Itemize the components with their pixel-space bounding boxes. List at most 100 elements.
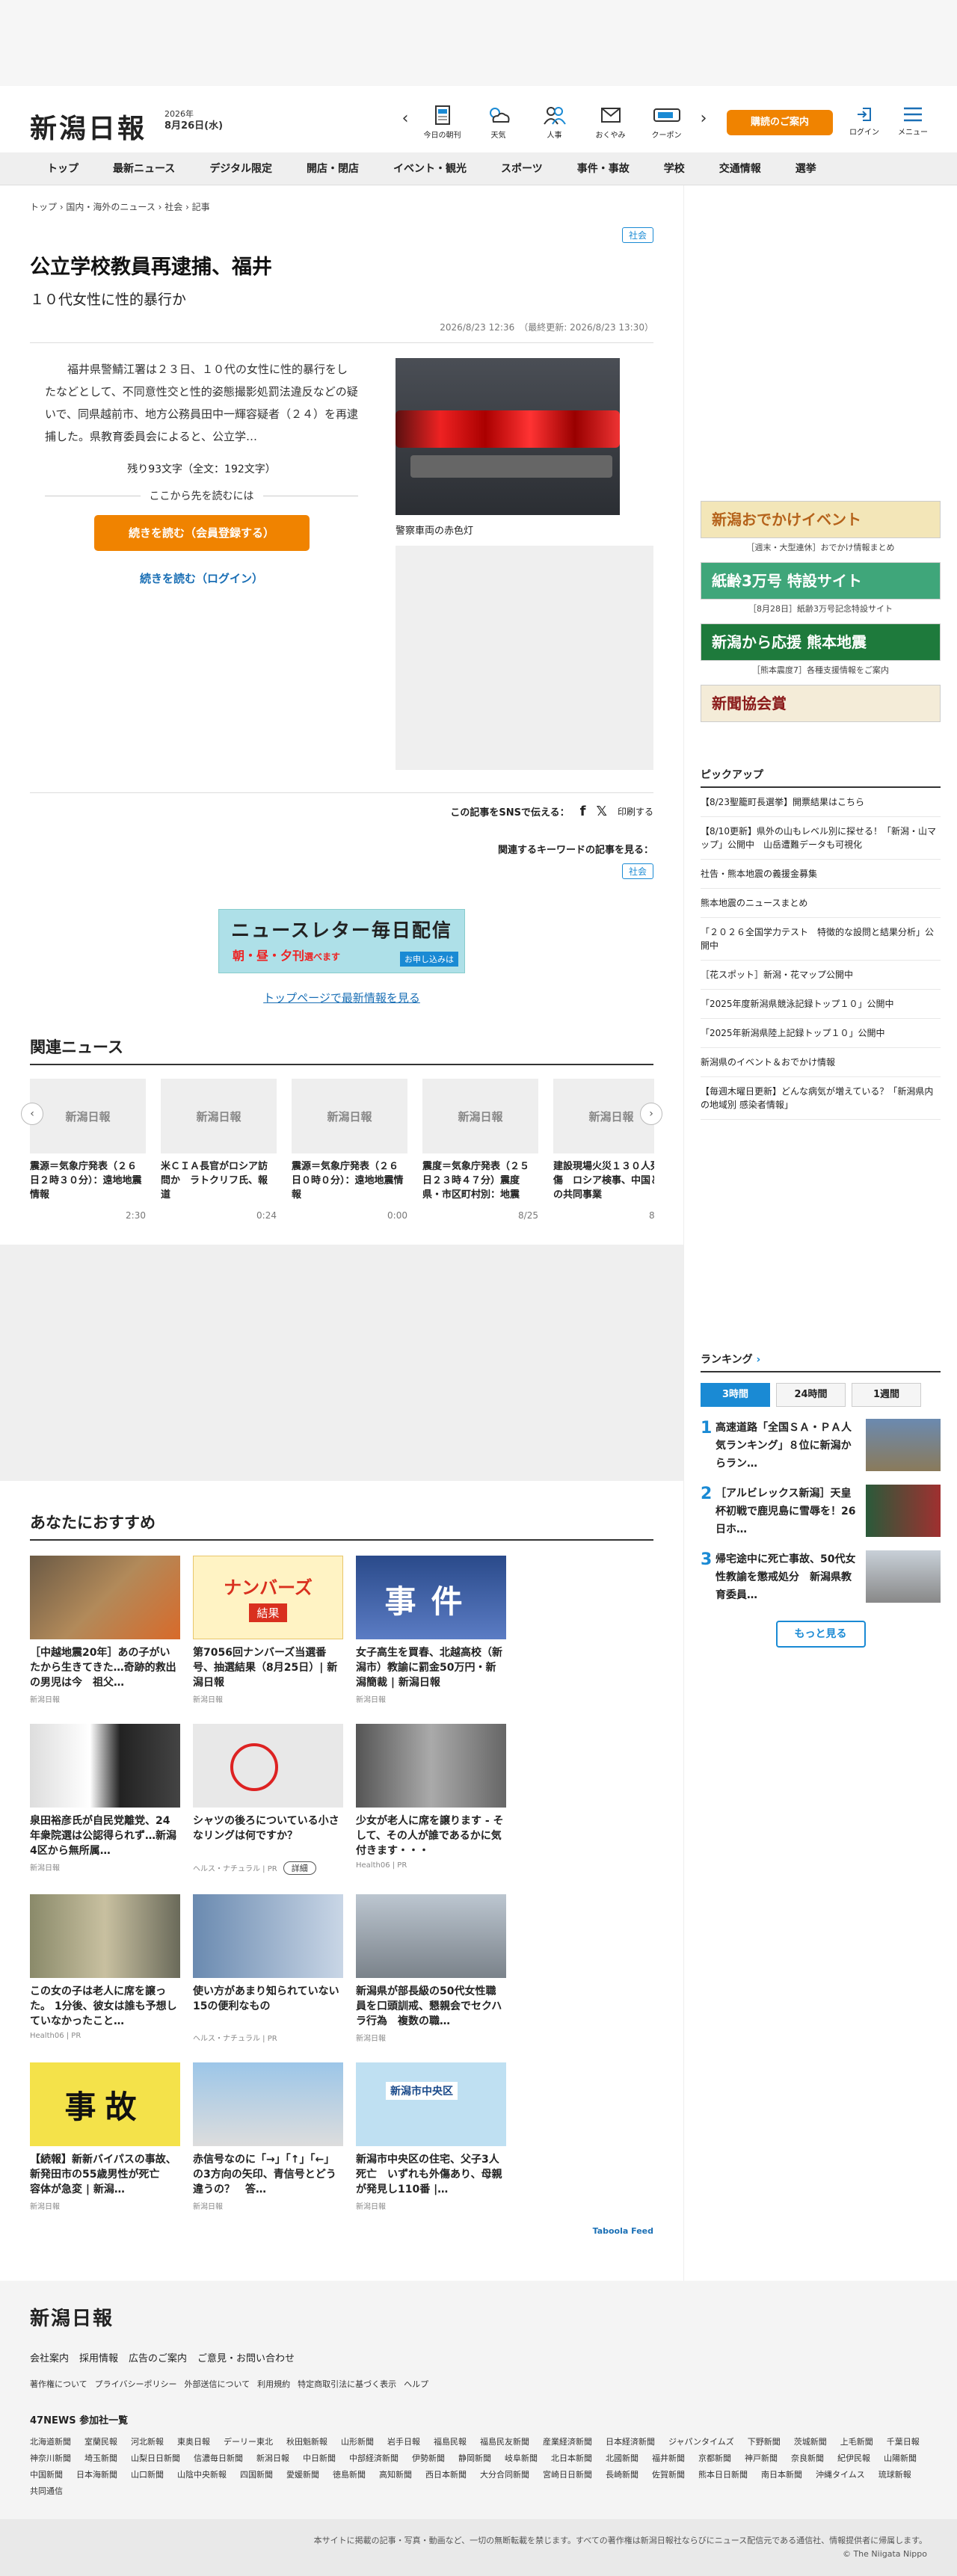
footer-link[interactable]: 採用情報 — [79, 2350, 118, 2364]
partner-paper-link[interactable]: 福島民友新聞 — [480, 2435, 529, 2447]
news47-title[interactable]: 47NEWS 参加社一覧 — [30, 2412, 927, 2426]
login-link[interactable]: 続きを読む（ログイン） — [45, 570, 358, 586]
tab-24hours[interactable]: 24時間 — [776, 1383, 846, 1407]
nav-school[interactable]: 学校 — [647, 153, 702, 185]
print-button[interactable]: 印刷する — [618, 805, 653, 818]
newsletter-banner[interactable]: ニュースレター毎日配信 朝・昼・夕刊選べます お申し込みは — [218, 909, 465, 973]
partner-paper-link[interactable]: デーリー東北 — [224, 2435, 273, 2447]
partner-paper-link[interactable]: 西日本新聞 — [425, 2468, 467, 2480]
partner-paper-link[interactable]: 高知新聞 — [379, 2468, 412, 2480]
partner-paper-link[interactable]: 神戸新聞 — [745, 2452, 778, 2464]
footer-link[interactable]: 外部送信について — [184, 2378, 250, 2390]
nav-digital[interactable]: デジタル限定 — [192, 153, 289, 185]
footer-link[interactable]: 広告のご案内 — [129, 2350, 187, 2364]
footer-link[interactable]: 特定商取引法に基づく表示 — [298, 2378, 396, 2390]
quick-next-arrow-icon[interactable]: › — [695, 104, 713, 140]
login-button[interactable]: ログイン — [847, 105, 881, 137]
partner-paper-link[interactable]: 静岡新聞 — [458, 2452, 491, 2464]
partner-paper-link[interactable]: 南日本新聞 — [761, 2468, 802, 2480]
partner-paper-link[interactable]: 埼玉新聞 — [84, 2452, 117, 2464]
keyword-tag[interactable]: 社会 — [621, 863, 653, 879]
partner-paper-link[interactable]: 四国新聞 — [240, 2468, 273, 2480]
site-logo[interactable]: 新潟日報 — [30, 107, 147, 146]
recommend-item[interactable]: 赤信号なのに「→」「↑」「←」の3方向の矢印、青信号とどう違うの？ 答… 新潟日報 — [193, 2062, 343, 2211]
footer-link[interactable]: 会社案内 — [30, 2350, 69, 2364]
partner-paper-link[interactable]: 東奥日報 — [177, 2435, 210, 2447]
nav-incidents[interactable]: 事件・事故 — [560, 153, 647, 185]
ranking-item[interactable]: 2 ［アルビレックス新潟］天皇杯初戦で鹿児島に雪辱を！26日ホ… — [701, 1485, 941, 1538]
footer-link[interactable]: プライバシーポリシー — [95, 2378, 177, 2390]
partner-paper-link[interactable]: 熊本日日新聞 — [698, 2468, 748, 2480]
pickup-item[interactable]: 「2025年新潟県陸上記録トップ１０」公開中 — [701, 1019, 941, 1048]
register-button[interactable]: 続きを読む（会員登録する） — [93, 515, 310, 551]
side-banner-3[interactable]: 新潟から応援 熊本地震 ［熊本震度7］各種支援情報をご案内 — [701, 623, 941, 676]
recommend-item[interactable]: この女の子は老人に席を譲った。 1分後、彼女は誰も予想していなかったこと… Hea… — [30, 1894, 180, 2043]
partner-paper-link[interactable]: 奈良新聞 — [791, 2452, 824, 2464]
footer-link[interactable]: ご意見・お問い合わせ — [197, 2350, 295, 2364]
partner-paper-link[interactable]: 沖縄タイムス — [816, 2468, 865, 2480]
x-icon[interactable]: 𝕏 — [596, 804, 607, 819]
detail-button[interactable]: 詳細 — [283, 1861, 316, 1875]
breadcrumb[interactable]: トップ › 国内・海外のニュース › 社会 › 記事 — [30, 200, 653, 214]
partner-paper-link[interactable]: 産業経済新聞 — [543, 2435, 592, 2447]
article-category-tag[interactable]: 社会 — [621, 227, 653, 243]
quick-condolence[interactable]: おくやみ — [582, 104, 638, 140]
partner-paper-link[interactable]: 山口新聞 — [131, 2468, 164, 2480]
partner-paper-link[interactable]: 中日新聞 — [303, 2452, 336, 2464]
partner-paper-link[interactable]: 徳島新聞 — [333, 2468, 366, 2480]
quick-newspaper[interactable]: 今日の朝刊 — [414, 104, 470, 140]
partner-paper-link[interactable]: 新潟日報 — [256, 2452, 289, 2464]
partner-paper-link[interactable]: ジャパンタイムズ — [668, 2435, 734, 2447]
pickup-item[interactable]: 「２０２６全国学力テスト 特徴的な設問と結果分析」公開中 — [701, 918, 941, 961]
recommend-item[interactable]: 少女が老人に席を譲ります - そして、その人が誰であるかに気付きます・・・ Hea… — [356, 1724, 506, 1875]
nav-events[interactable]: イベント・観光 — [376, 153, 484, 185]
quick-prev-arrow-icon[interactable]: ‹ — [396, 104, 414, 140]
subscribe-button[interactable]: 購読のご案内 — [727, 110, 833, 135]
side-banner-4[interactable]: 新聞協会賞 — [701, 685, 941, 722]
related-item[interactable]: 新潟日報 震源＝気象庁発表（２６日２時３０分）：遠地地震情報 2:30 — [30, 1079, 146, 1221]
recommend-item[interactable]: 泉田裕彦氏が自民党離党、24年衆院選は公認得られず…新潟4区から無所属… 新潟日報 — [30, 1724, 180, 1875]
tab-3hours[interactable]: 3時間 — [701, 1383, 770, 1407]
partner-paper-link[interactable]: 佐賀新聞 — [652, 2468, 685, 2480]
partner-paper-link[interactable]: 伊勢新聞 — [412, 2452, 445, 2464]
partner-paper-link[interactable]: 宮崎日日新聞 — [543, 2468, 592, 2480]
partner-paper-link[interactable]: 下野新聞 — [748, 2435, 781, 2447]
partner-paper-link[interactable]: 山梨日日新聞 — [131, 2452, 180, 2464]
partner-paper-link[interactable]: 河北新報 — [131, 2435, 164, 2447]
partner-paper-link[interactable]: 北國新聞 — [606, 2452, 638, 2464]
related-item[interactable]: 新潟日報 震度＝気象庁発表（２５日２３時４７分）震度県・市区町村別：地震 8/25 — [422, 1079, 538, 1221]
side-banner-2[interactable]: 紙齢3万号 特設サイト ［8月28日］紙齢3万号記念特設サイト — [701, 562, 941, 614]
partner-paper-link[interactable]: 神奈川新聞 — [30, 2452, 71, 2464]
footer-link[interactable]: 著作権について — [30, 2378, 87, 2390]
partner-paper-link[interactable]: 琉球新報 — [878, 2468, 911, 2480]
pickup-item[interactable]: ［花スポット］新潟・花マップ公開中 — [701, 961, 941, 990]
nav-shops[interactable]: 開店・閉店 — [289, 153, 376, 185]
tab-1week[interactable]: 1週間 — [852, 1383, 921, 1407]
partner-paper-link[interactable]: 山陰中央新報 — [177, 2468, 227, 2480]
pickup-item[interactable]: 「2025年度新潟県競泳記録トップ１０」公開中 — [701, 990, 941, 1019]
top-page-link[interactable]: トップページで最新情報を見る — [30, 990, 653, 1005]
ranking-more-button[interactable]: もっと見る — [775, 1621, 866, 1648]
carousel-prev-icon[interactable]: ‹ — [21, 1103, 43, 1125]
pickup-item[interactable]: 新潟県のイベント＆おでかけ情報 — [701, 1048, 941, 1077]
ranking-item[interactable]: 1 高速道路「全国ＳＡ・ＰＡ人気ランキング」８位に新潟からラン… — [701, 1419, 941, 1473]
partner-paper-link[interactable]: 秋田魁新報 — [286, 2435, 327, 2447]
ranking-item[interactable]: 3 帰宅途中に死亡事故、50代女性教諭を懲戒処分 新潟県教育委員… — [701, 1550, 941, 1604]
partner-paper-link[interactable]: 岐阜新聞 — [505, 2452, 538, 2464]
nav-election[interactable]: 選挙 — [778, 153, 834, 185]
partner-paper-link[interactable]: 千葉日報 — [887, 2435, 920, 2447]
quick-coupon[interactable]: クーポン — [638, 104, 695, 140]
partner-paper-link[interactable]: 紀伊民報 — [837, 2452, 870, 2464]
partner-paper-link[interactable]: 北日本新聞 — [551, 2452, 592, 2464]
pickup-item[interactable]: 【8/23聖籠町長選挙】開票結果はこちら — [701, 788, 941, 817]
footer-link[interactable]: 利用規約 — [257, 2378, 290, 2390]
related-item[interactable]: 新潟日報 米ＣＩＡ長官がロシア訪問か ラトクリフ氏、報道 0:24 — [161, 1079, 277, 1221]
partner-paper-link[interactable]: 茨城新聞 — [794, 2435, 827, 2447]
related-item[interactable]: 新潟日報 震源＝気象庁発表（２６日０時０分）：遠地地震情報 0:00 — [292, 1079, 407, 1221]
carousel-next-icon[interactable]: › — [640, 1103, 662, 1125]
partner-paper-link[interactable]: 中部経済新聞 — [349, 2452, 399, 2464]
recommend-item[interactable]: 事故 【続報】新新バイパスの事故、新発田市の55歳男性が死亡 容体が急変 | 新潟… — [30, 2062, 180, 2211]
recommend-item[interactable]: 新潟県が部長級の50代女性職員を口頭訓戒、懇親会でセクハラ行為 複数の職… 新潟日… — [356, 1894, 506, 2043]
partner-paper-link[interactable]: 共同通信 — [30, 2485, 63, 2497]
related-item[interactable]: 新潟日報建設現場火災１３０人死傷 ロシア検事、中国との共同事業8/25 — [553, 1079, 654, 1221]
